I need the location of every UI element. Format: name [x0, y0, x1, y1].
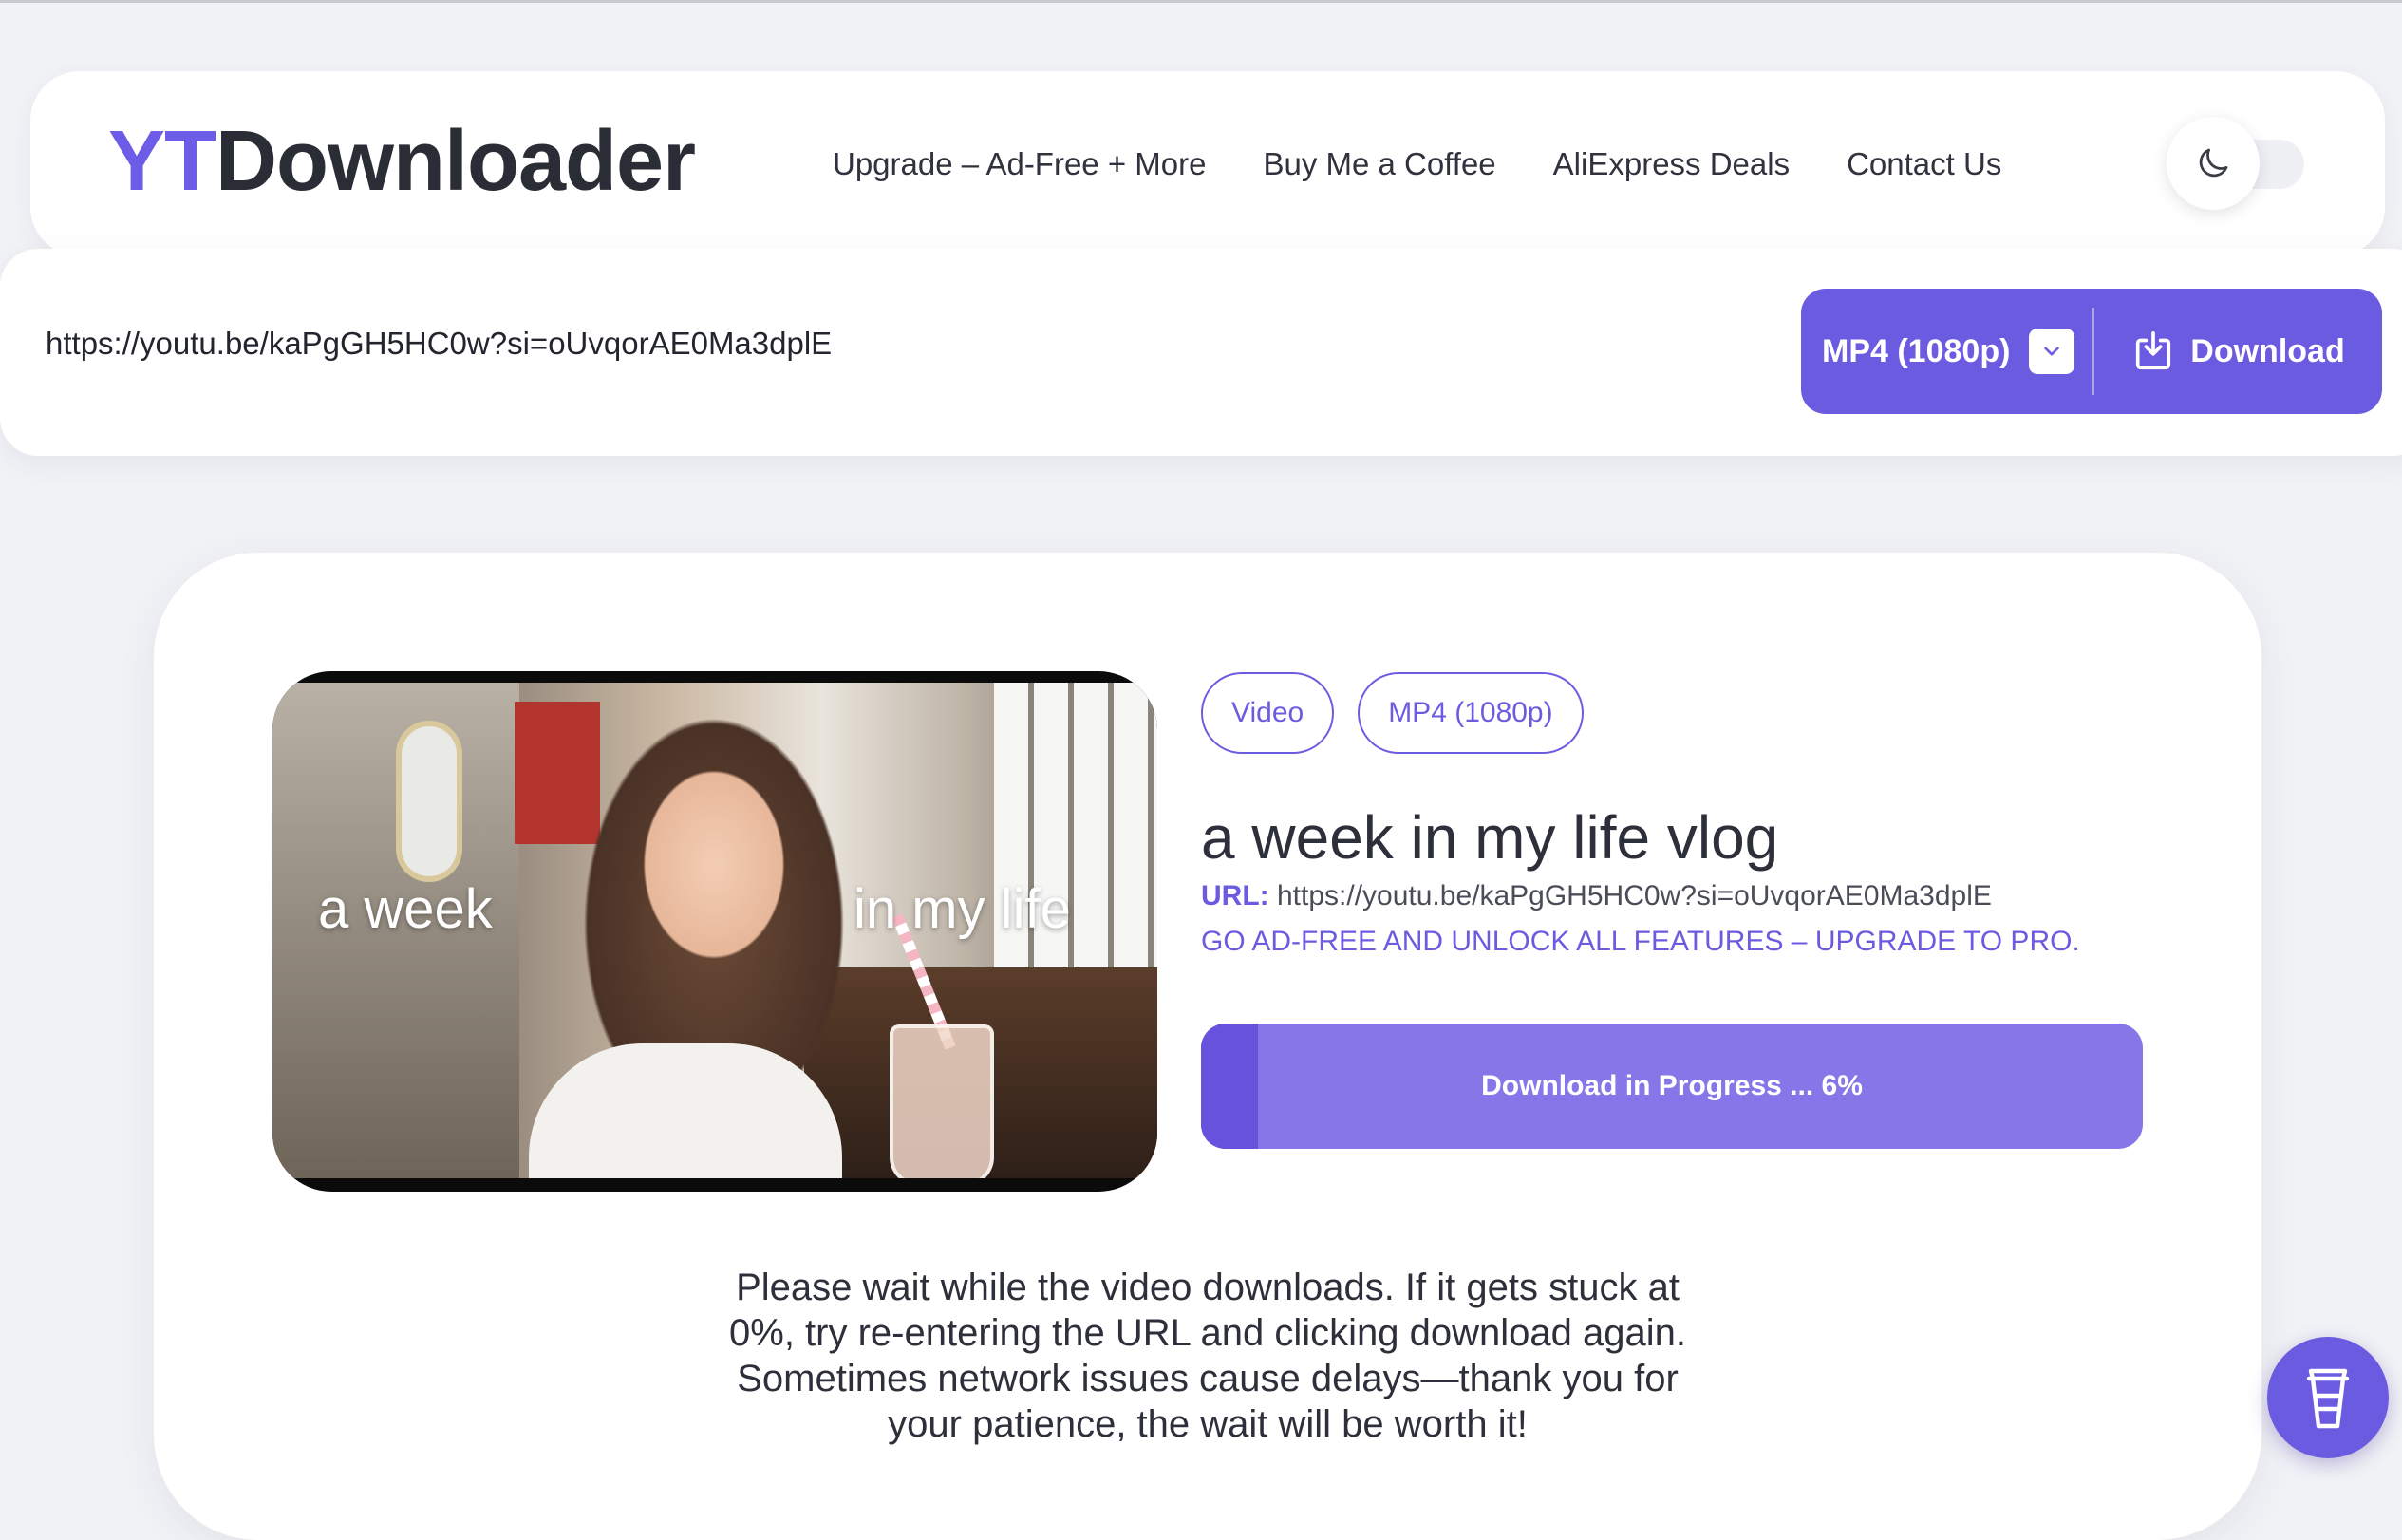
thumb-bg-mirror [396, 721, 462, 882]
thumbnail-caption-right: in my life [854, 878, 1071, 940]
progress-label: Download in Progress ... 6% [1481, 1070, 1863, 1101]
logo-yt: YT [108, 114, 216, 209]
chevron-down-icon [2029, 329, 2075, 374]
main-nav: Upgrade – Ad-Free + More Buy Me a Coffee… [833, 71, 2058, 256]
nav-contact-link[interactable]: Contact Us [1847, 146, 2001, 182]
wait-message: Please wait while the video downloads. I… [729, 1267, 1686, 1445]
logo-downloader: Downloader [216, 114, 696, 209]
nav-aliexpress-link[interactable]: AliExpress Deals [1553, 146, 1790, 182]
nav-buy-coffee-link[interactable]: Buy Me a Coffee [1263, 146, 1495, 182]
thumbnail-caption-left: a week [318, 878, 493, 940]
download-progress-bar[interactable]: Download in Progress ... 6% [1201, 1024, 2143, 1149]
result-card: a week in my life Video MP4 (1080p) a we… [154, 553, 2261, 1540]
tag-format: MP4 (1080p) [1358, 672, 1584, 754]
theme-toggle-knob[interactable] [2167, 117, 2260, 210]
download-button[interactable]: Download [2094, 289, 2382, 414]
thumb-cup [890, 1024, 994, 1178]
video-thumbnail: a week in my life [272, 671, 1157, 1192]
format-tags: Video MP4 (1080p) [1201, 672, 1607, 754]
download-icon [2136, 331, 2171, 370]
buy-coffee-fab[interactable] [2267, 1337, 2389, 1458]
url-bar: MP4 (1080p) Download [0, 249, 2402, 456]
site-header: YT Downloader Upgrade – Ad-Free + More Bu… [30, 71, 2385, 256]
upgrade-promo-link[interactable]: GO AD-FREE AND UNLOCK ALL FEATURES – UPG… [1201, 926, 2080, 958]
video-url-line: URL: https://youtu.be/kaPgGH5HC0w?si=oUv… [1201, 880, 1992, 912]
format-select-value: MP4 (1080p) [1822, 332, 2011, 369]
download-action-group: MP4 (1080p) Download [1801, 289, 2382, 414]
tag-type: Video [1201, 672, 1335, 754]
coffee-cup-icon [2306, 1368, 2350, 1429]
browser-top-edge [0, 0, 2402, 3]
video-title: a week in my life vlog [1201, 803, 1779, 872]
moon-icon [2199, 148, 2228, 178]
url-value: https://youtu.be/kaPgGH5HC0w?si=oUvqorAE… [1277, 880, 1992, 911]
format-select[interactable]: MP4 (1080p) [1801, 289, 2092, 414]
download-button-label: Download [2190, 332, 2345, 369]
thumbnail-image: a week in my life [272, 683, 1157, 1178]
nav-upgrade-link[interactable]: Upgrade – Ad-Free + More [833, 146, 1206, 182]
url-label: URL: [1201, 880, 1269, 911]
video-url-input[interactable] [46, 315, 1755, 372]
site-logo[interactable]: YT Downloader [108, 114, 696, 209]
